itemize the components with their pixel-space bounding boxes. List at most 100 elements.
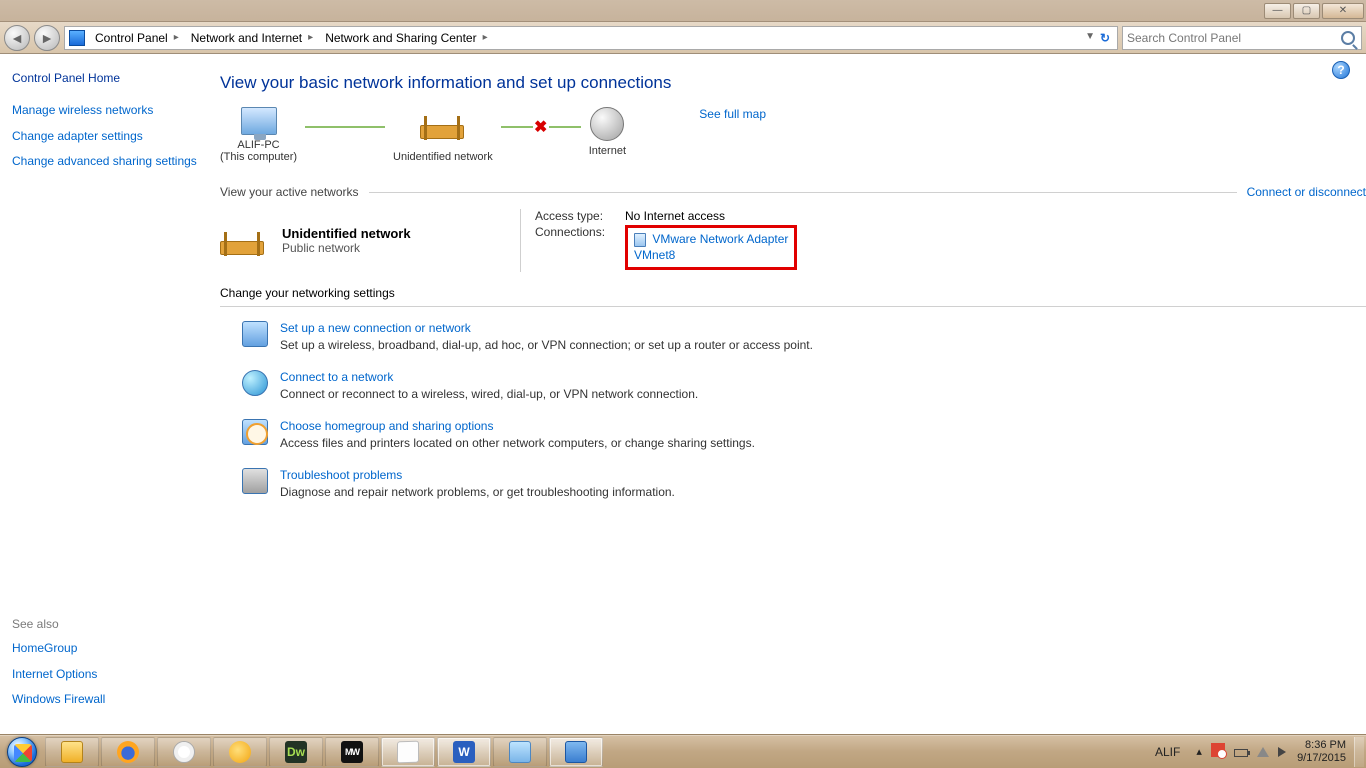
word-icon: W — [453, 741, 475, 763]
taskbar-item-control-panel[interactable] — [549, 737, 603, 767]
picture-icon — [509, 741, 531, 763]
action-center-icon[interactable] — [1211, 743, 1225, 757]
minimize-button[interactable]: — — [1264, 3, 1291, 19]
network-map: ALIF-PC (This computer) Unidentified net… — [220, 107, 840, 163]
task-title[interactable]: Troubleshoot problems — [280, 468, 675, 482]
system-tray: ALIF ▴ 8:36 PM 9/17/2015 — [1145, 737, 1366, 767]
taskbar-item-app[interactable] — [157, 737, 211, 767]
active-network-type: Public network — [282, 241, 411, 255]
see-also-link[interactable]: Windows Firewall — [12, 692, 198, 708]
search-input[interactable]: Search Control Panel — [1122, 26, 1362, 50]
map-node-sublabel: (This computer) — [220, 151, 297, 163]
network-icon[interactable] — [1257, 747, 1269, 757]
bench-icon — [420, 107, 466, 147]
adapter-icon — [634, 233, 646, 247]
active-networks-header: View your active networks Connect or dis… — [220, 185, 1366, 199]
dreamweaver-icon: Dw — [285, 741, 307, 763]
task-row[interactable]: Connect to a network Connect or reconnec… — [242, 370, 942, 401]
connection-link[interactable]: VMnet8 — [634, 248, 675, 262]
address-bar: ◄ ► Control Panel Network and Internet N… — [0, 22, 1366, 54]
task-title[interactable]: Choose homegroup and sharing options — [280, 419, 755, 433]
connect-disconnect-link[interactable]: Connect or disconnect — [1247, 185, 1366, 199]
map-connection-broken: ✖ — [501, 107, 581, 147]
map-node-label: ALIF-PC — [220, 139, 297, 151]
active-network-row: Unidentified network Public network Acce… — [220, 209, 1366, 272]
sidebar-link[interactable]: Change advanced sharing settings — [12, 154, 198, 170]
refresh-button[interactable]: ↻ — [1095, 28, 1115, 48]
new-connection-icon — [242, 321, 268, 347]
sidebar-link[interactable]: Manage wireless networks — [12, 103, 198, 119]
task-description: Connect or reconnect to a wireless, wire… — [280, 387, 698, 401]
map-node-unidentified: Unidentified network — [393, 107, 493, 163]
firefox-icon — [117, 741, 139, 763]
taskbar-item-weather[interactable] — [213, 737, 267, 767]
task-title[interactable]: Set up a new connection or network — [280, 321, 813, 335]
windows-logo-icon — [7, 737, 37, 767]
maximize-button[interactable]: ▢ — [1293, 3, 1320, 19]
taskbar-item-game[interactable]: MW — [325, 737, 379, 767]
map-node-label: Internet — [589, 145, 626, 157]
change-settings-section: Change your networking settings Set up a… — [220, 286, 1366, 499]
connection-link[interactable]: VMware Network Adapter — [652, 232, 788, 246]
tray-expand-button[interactable]: ▴ — [1190, 745, 1208, 758]
see-also-link[interactable]: HomeGroup — [12, 641, 198, 657]
taskbar-item-word[interactable]: W — [437, 737, 491, 767]
taskbar-item-pictures[interactable] — [493, 737, 547, 767]
help-icon[interactable]: ? — [1332, 61, 1350, 79]
see-also-link[interactable]: Internet Options — [12, 667, 198, 683]
computer-icon — [241, 107, 277, 135]
task-title[interactable]: Connect to a network — [280, 370, 698, 384]
search-placeholder: Search Control Panel — [1127, 31, 1241, 45]
sidebar-link[interactable]: Change adapter settings — [12, 129, 198, 145]
connect-network-icon — [242, 370, 268, 396]
task-description: Diagnose and repair network problems, or… — [280, 485, 675, 499]
back-button[interactable]: ◄ — [4, 25, 30, 51]
change-settings-label: Change your networking settings — [220, 286, 1366, 300]
notepad-icon — [397, 740, 419, 763]
volume-icon[interactable] — [1278, 747, 1286, 757]
folder-icon — [61, 741, 83, 763]
highlighted-connection: VMware Network Adapter VMnet8 — [625, 225, 797, 270]
breadcrumb[interactable]: Control Panel Network and Internet Netwo… — [64, 26, 1118, 50]
no-connection-icon: ✖ — [534, 117, 547, 137]
homegroup-icon — [242, 419, 268, 445]
start-button[interactable] — [0, 736, 44, 768]
clock-date: 9/17/2015 — [1297, 752, 1346, 764]
map-connection-line — [305, 107, 385, 147]
task-row[interactable]: Troubleshoot problems Diagnose and repai… — [242, 468, 942, 499]
task-row[interactable]: Set up a new connection or network Set u… — [242, 321, 942, 352]
breadcrumb-segment[interactable]: Network and Sharing Center — [319, 27, 493, 49]
forward-button[interactable]: ► — [34, 25, 60, 51]
taskbar-item-explorer[interactable] — [45, 737, 99, 767]
control-panel-icon — [565, 741, 587, 763]
task-description: Access files and printers located on oth… — [280, 436, 755, 450]
close-button[interactable]: ✕ — [1322, 3, 1364, 19]
taskbar-item-dreamweaver[interactable]: Dw — [269, 737, 323, 767]
access-type-label: Access type: — [535, 209, 625, 223]
active-networks-label: View your active networks — [220, 185, 359, 199]
taskbar-item-notepad[interactable] — [381, 737, 435, 767]
show-desktop-button[interactable] — [1354, 737, 1364, 767]
connections-label: Connections: — [535, 225, 625, 270]
clock-time: 8:36 PM — [1297, 739, 1346, 751]
window-titlebar: — ▢ ✕ — [0, 0, 1366, 22]
map-node-label: Unidentified network — [393, 151, 493, 163]
control-panel-body: Control Panel Home Manage wireless netwo… — [0, 54, 1366, 734]
breadcrumb-dropdown[interactable]: ▼ — [1085, 31, 1095, 42]
troubleshoot-icon — [242, 468, 268, 494]
control-panel-home-link[interactable]: Control Panel Home — [12, 71, 198, 85]
see-full-map-link[interactable]: See full map — [699, 107, 766, 121]
see-also-label: See also — [12, 617, 198, 631]
breadcrumb-segment[interactable]: Control Panel — [89, 27, 185, 49]
breadcrumb-segment[interactable]: Network and Internet — [185, 27, 319, 49]
taskbar-clock[interactable]: 8:36 PM 9/17/2015 — [1289, 739, 1354, 763]
battery-icon[interactable] — [1234, 749, 1248, 757]
game-icon: MW — [341, 741, 363, 763]
taskbar-item-firefox[interactable] — [101, 737, 155, 767]
bench-icon — [220, 221, 270, 261]
globe-icon — [590, 107, 624, 141]
app-icon — [173, 741, 195, 763]
map-node-this-pc: ALIF-PC (This computer) — [220, 107, 297, 163]
tray-username: ALIF — [1145, 745, 1190, 759]
task-row[interactable]: Choose homegroup and sharing options Acc… — [242, 419, 942, 450]
